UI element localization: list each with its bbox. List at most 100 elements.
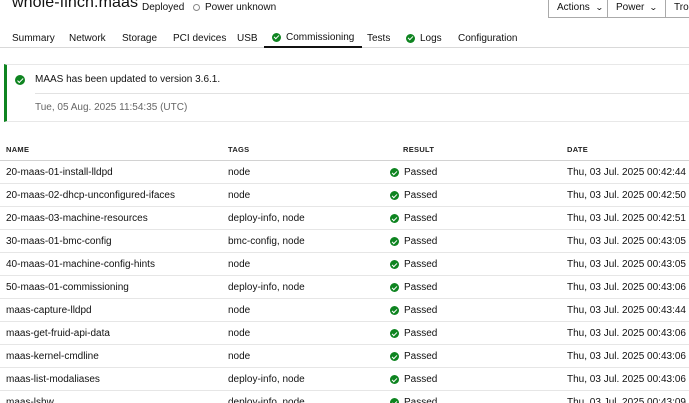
success-icon (390, 237, 399, 246)
script-name[interactable]: 50-maas-01-commissioning (6, 282, 129, 293)
script-name[interactable]: maas-get-fruid-api-data (6, 328, 110, 339)
script-name[interactable]: 20-maas-01-install-lldpd (6, 167, 113, 178)
script-name[interactable]: maas-lshw (6, 397, 54, 403)
power-button[interactable]: Power ⌄ (607, 0, 666, 18)
troubleshoot-button[interactable]: Trou (665, 0, 689, 18)
script-tags: node (228, 305, 251, 316)
table-row[interactable]: 20-maas-02-dhcp-unconfigured-ifaces node P… (0, 184, 689, 207)
script-date: Thu, 03 Jul. 2025 00:43:06 (UTC) (567, 351, 689, 362)
table-row[interactable]: maas-capture-lldpd node Passed Thu, 03 Jul.… (0, 299, 689, 322)
notification-timestamp: Tue, 05 Aug. 2025 11:54:35 (UTC) (35, 102, 188, 113)
result-label: Passed (404, 167, 438, 178)
script-name[interactable]: maas-list-modaliases (6, 374, 100, 385)
script-tags: deploy-info, node (228, 213, 305, 224)
result-label: Passed (404, 397, 438, 403)
chevron-down-icon: ⌄ (649, 3, 659, 12)
script-date: Thu, 03 Jul. 2025 00:43:06 (UTC) (567, 328, 689, 339)
script-tags: node (228, 259, 251, 270)
power-status: Power unknown (193, 2, 276, 13)
script-result: Passed (390, 351, 437, 362)
script-date: Thu, 03 Jul. 2025 00:43:05 (UTC) (567, 259, 689, 270)
success-icon (390, 283, 399, 292)
script-date: Thu, 03 Jul. 2025 00:42:44 (UTC) (567, 167, 689, 178)
success-icon (15, 75, 25, 85)
success-icon (390, 375, 399, 384)
script-name[interactable]: maas-kernel-cmdline (6, 351, 99, 362)
check-circle-icon (406, 33, 415, 43)
update-notification: MAAS has been updated to version 3.6.1. … (4, 64, 689, 122)
result-label: Passed (404, 282, 438, 293)
result-label: Passed (404, 236, 438, 247)
script-result: Passed (390, 305, 437, 316)
script-name[interactable]: 30-maas-01-bmc-config (6, 236, 112, 247)
tab-label: Network (69, 32, 106, 44)
column-header-name[interactable]: NAME (6, 145, 29, 154)
tab-commissioning[interactable]: Commissioning (264, 28, 363, 48)
tab-storage[interactable]: Storage (122, 28, 157, 48)
script-date: Thu, 03 Jul. 2025 00:43:06 (UTC) (567, 282, 689, 293)
table-row[interactable]: 30-maas-01-bmc-config bmc-config, node Pas… (0, 230, 689, 253)
script-tags: node (228, 328, 251, 339)
tab-summary[interactable]: Summary (12, 28, 55, 48)
success-icon (390, 329, 399, 338)
machine-hostname[interactable]: whole-finch.maas (12, 0, 138, 12)
script-date: Thu, 03 Jul. 2025 00:43:06 (UTC) (567, 374, 689, 385)
script-tags: deploy-info, node (228, 397, 305, 403)
table-row[interactable]: maas-kernel-cmdline node Passed Thu, 03 Jul… (0, 345, 689, 368)
tab-tests[interactable]: Tests (367, 28, 390, 48)
tab-label: USB (237, 32, 258, 44)
tab-label: Commissioning (286, 31, 355, 43)
script-result: Passed (390, 282, 437, 293)
script-date: Thu, 03 Jul. 2025 00:42:51 (UTC) (567, 213, 689, 224)
script-date: Thu, 03 Jul. 2025 00:43:05 (UTC) (567, 236, 689, 247)
table-row[interactable]: 20-maas-01-install-lldpd node Passed Thu, 0… (0, 161, 689, 184)
tab-label: Storage (122, 32, 158, 44)
column-header-result[interactable]: RESULT (403, 145, 434, 154)
result-label: Passed (404, 351, 438, 362)
script-tags: node (228, 351, 251, 362)
script-tags: bmc-config, node (228, 236, 305, 247)
script-result: Passed (390, 259, 437, 270)
script-result: Passed (390, 397, 437, 403)
script-result: Passed (390, 190, 437, 201)
table-row[interactable]: maas-get-fruid-api-data node Passed Thu, 03… (0, 322, 689, 345)
machine-status: Deployed (142, 2, 185, 13)
script-name[interactable]: 40-maas-01-machine-config-hints (6, 259, 155, 270)
script-name[interactable]: 20-maas-02-dhcp-unconfigured-ifaces (6, 190, 175, 201)
tab-logs[interactable]: Logs (406, 28, 442, 48)
tab-network[interactable]: Network (69, 28, 106, 48)
tab-pci-devices[interactable]: PCI devices (173, 28, 226, 48)
script-date: Thu, 03 Jul. 2025 00:43:09 (UTC) (567, 397, 689, 403)
tab-configuration[interactable]: Configuration (458, 28, 517, 48)
script-name[interactable]: 20-maas-03-machine-resources (6, 213, 148, 224)
table-header: NAME TAGS RESULT DATE (0, 138, 689, 161)
success-icon (390, 260, 399, 269)
table-row[interactable]: maas-lshw deploy-info, node Passed Thu, 03 … (0, 391, 689, 403)
table-row[interactable]: 40-maas-01-machine-config-hints node Passe… (0, 253, 689, 276)
tab-usb[interactable]: USB (237, 28, 258, 48)
script-tags: node (228, 167, 251, 178)
result-label: Passed (404, 213, 438, 224)
table-row[interactable]: 50-maas-01-commissioning deploy-info, nod… (0, 276, 689, 299)
script-date: Thu, 03 Jul. 2025 00:42:50 (UTC) (567, 190, 689, 201)
power-unknown-icon (193, 4, 200, 11)
notification-message: MAAS has been updated to version 3.6.1. (35, 74, 221, 85)
machine-header: whole-finch.maas Deployed Power unknown … (0, 0, 689, 20)
success-icon (390, 398, 399, 403)
result-label: Passed (404, 374, 438, 385)
table-row[interactable]: 20-maas-03-machine-resources deploy-info,… (0, 207, 689, 230)
check-circle-icon (272, 32, 281, 42)
script-tags: deploy-info, node (228, 282, 305, 293)
actions-button-label: Actions (557, 2, 590, 13)
script-result: Passed (390, 236, 437, 247)
column-header-tags: TAGS (228, 145, 250, 154)
success-icon (390, 214, 399, 223)
actions-button[interactable]: Actions ⌄ (548, 0, 608, 18)
notification-divider (35, 93, 689, 94)
script-result: Passed (390, 328, 437, 339)
script-name[interactable]: maas-capture-lldpd (6, 305, 92, 316)
table-row[interactable]: maas-list-modaliases deploy-info, node Pas… (0, 368, 689, 391)
column-header-date[interactable]: DATE (567, 145, 588, 154)
result-label: Passed (404, 328, 438, 339)
tab-label: Summary (12, 32, 55, 44)
